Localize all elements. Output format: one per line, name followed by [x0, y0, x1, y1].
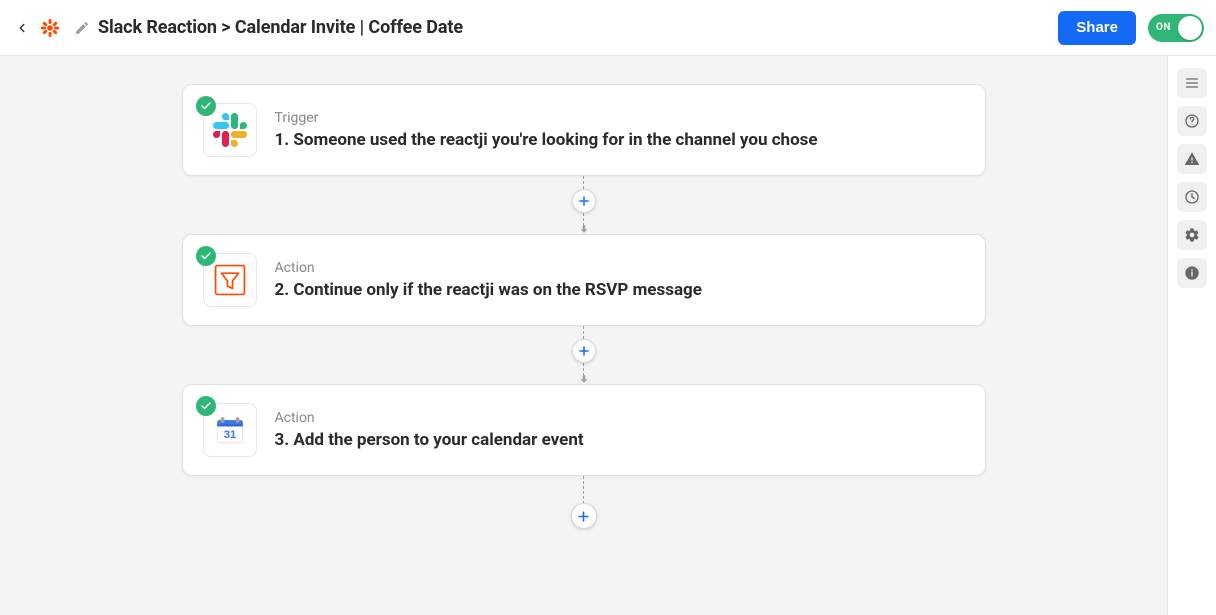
step-kicker: Action	[275, 260, 702, 276]
zap-enable-toggle[interactable]: ON	[1148, 14, 1204, 42]
toggle-label: ON	[1156, 22, 1171, 33]
step-app-icon-wrap	[203, 103, 257, 157]
add-step-button[interactable]	[572, 189, 596, 213]
zap-title[interactable]: Slack Reaction > Calendar Invite | Coffe…	[98, 17, 463, 38]
step-card-3[interactable]: 31 Action 3. Add the person to your cale…	[182, 384, 986, 476]
filter-icon	[213, 263, 247, 297]
top-bar: Slack Reaction > Calendar Invite | Coffe…	[0, 0, 1216, 56]
step-kicker: Action	[275, 410, 584, 426]
step-status-check	[196, 396, 216, 416]
connector-tail	[182, 476, 986, 529]
outline-button[interactable]	[1177, 68, 1207, 98]
step-card-2[interactable]: Action 2. Continue only if the reactji w…	[182, 234, 986, 326]
google-calendar-icon: 31	[213, 413, 247, 447]
add-step-button[interactable]	[572, 339, 596, 363]
flow-column: Trigger 1. Someone used the reactji you'…	[182, 84, 986, 529]
zapier-logo[interactable]	[36, 14, 64, 42]
svg-text:31: 31	[223, 429, 236, 441]
step-app-icon-wrap	[203, 253, 257, 307]
step-status-check	[196, 246, 216, 266]
arrow-down-icon	[578, 374, 590, 384]
step-card-1[interactable]: Trigger 1. Someone used the reactji you'…	[182, 84, 986, 176]
connector-2	[182, 326, 986, 384]
connector-1	[182, 176, 986, 234]
share-button[interactable]: Share	[1058, 11, 1136, 45]
back-button[interactable]	[8, 14, 36, 42]
step-kicker: Trigger	[275, 110, 818, 126]
step-title: 2. Continue only if the reactji was on t…	[275, 280, 702, 300]
step-app-icon-wrap: 31	[203, 403, 257, 457]
right-rail	[1168, 56, 1216, 615]
step-title: 3. Add the person to your calendar event	[275, 430, 584, 450]
toggle-knob	[1178, 16, 1202, 40]
add-step-button[interactable]	[571, 503, 597, 529]
info-button[interactable]	[1177, 258, 1207, 288]
editor-canvas[interactable]: Trigger 1. Someone used the reactji you'…	[0, 56, 1168, 615]
help-button[interactable]	[1177, 106, 1207, 136]
warnings-button[interactable]	[1177, 144, 1207, 174]
settings-button[interactable]	[1177, 220, 1207, 250]
step-title: 1. Someone used the reactji you're looki…	[275, 130, 818, 150]
history-button[interactable]	[1177, 182, 1207, 212]
step-status-check	[196, 96, 216, 116]
slack-icon	[213, 113, 247, 147]
arrow-down-icon	[578, 224, 590, 234]
edit-title-icon[interactable]	[72, 18, 92, 38]
